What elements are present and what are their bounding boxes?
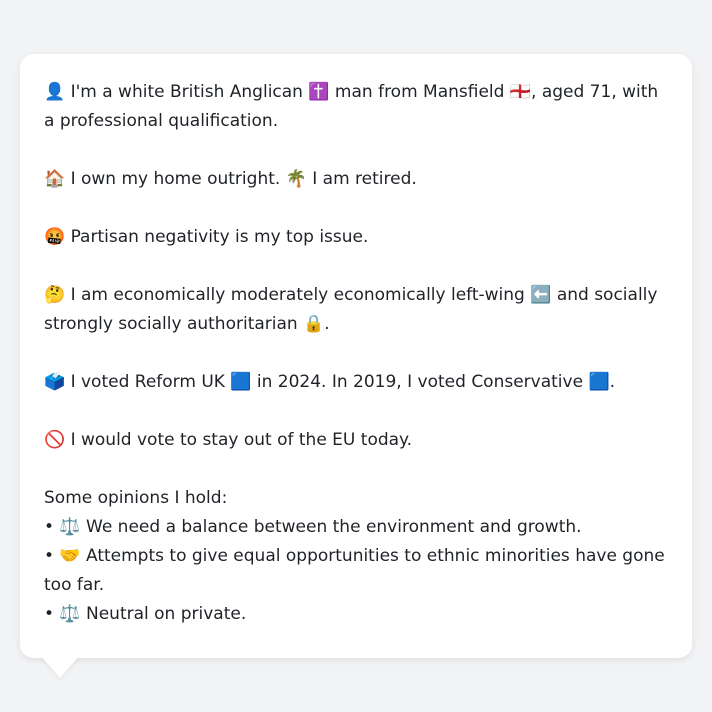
top-issue-text: 🤬 Partisan negativity is my top issue. [44, 227, 369, 247]
votes-text: 🗳️ I voted Reform UK 🟦 in 2024. In 2019,… [44, 372, 616, 392]
housing-text: 🏠 I own my home outright. 🌴 I am retired… [44, 169, 417, 189]
bubble-tail [41, 656, 79, 678]
ideology-text: 🤔 I am economically moderately economica… [44, 285, 658, 334]
opinion-item: • ⚖️ We need a balance between the envir… [44, 517, 582, 537]
message-bubble: 👤 I'm a white British Anglican ✝️ man fr… [20, 54, 692, 658]
opinions-heading: Some opinions I hold: [44, 488, 228, 508]
opinion-item: • ⚖️ Neutral on private. [44, 604, 247, 624]
identity-text: 👤 I'm a white British Anglican ✝️ man fr… [44, 82, 659, 131]
opinion-item: • 🤝 Attempts to give equal opportunities… [44, 546, 665, 595]
eu-text: 🚫 I would vote to stay out of the EU tod… [44, 430, 413, 450]
